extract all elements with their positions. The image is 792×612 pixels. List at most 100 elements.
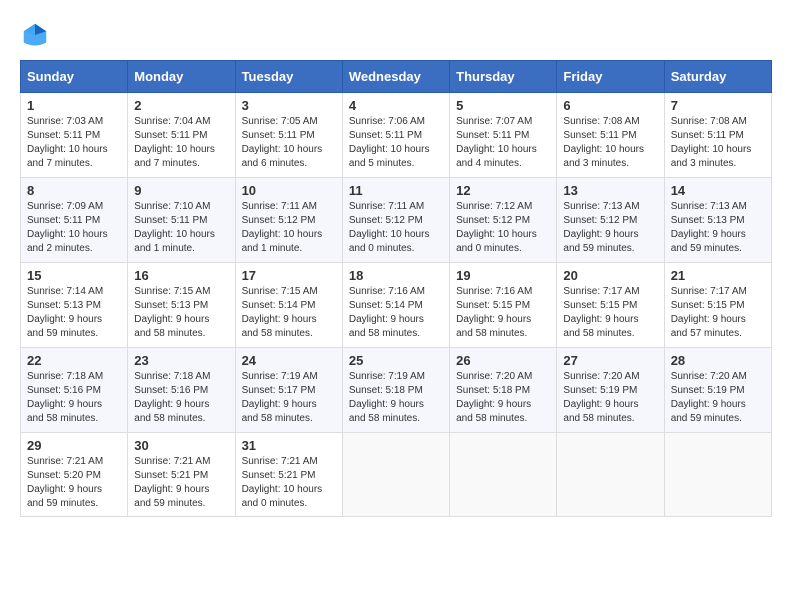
day-number: 12: [456, 183, 550, 198]
sunrise-text: Sunrise: 7:20 AM: [671, 371, 747, 382]
calendar-cell: 8 Sunrise: 7:09 AM Sunset: 5:11 PM Dayli…: [21, 178, 128, 263]
day-number: 15: [27, 268, 121, 283]
daylight-text: Daylight: 9 hours and 58 minutes.: [349, 399, 424, 424]
calendar-cell: 7 Sunrise: 7:08 AM Sunset: 5:11 PM Dayli…: [664, 93, 771, 178]
day-info: Sunrise: 7:19 AM Sunset: 5:18 PM Dayligh…: [349, 370, 443, 426]
day-number: 20: [563, 268, 657, 283]
day-info: Sunrise: 7:17 AM Sunset: 5:15 PM Dayligh…: [671, 285, 765, 341]
sunset-text: Sunset: 5:11 PM: [563, 130, 636, 141]
daylight-text: Daylight: 9 hours and 59 minutes.: [134, 484, 209, 509]
day-info: Sunrise: 7:15 AM Sunset: 5:13 PM Dayligh…: [134, 285, 228, 341]
sunrise-text: Sunrise: 7:18 AM: [134, 371, 210, 382]
calendar-week-3: 15 Sunrise: 7:14 AM Sunset: 5:13 PM Dayl…: [21, 263, 772, 348]
calendar-cell: 22 Sunrise: 7:18 AM Sunset: 5:16 PM Dayl…: [21, 348, 128, 433]
daylight-text: Daylight: 9 hours and 58 minutes.: [563, 314, 638, 339]
sunrise-text: Sunrise: 7:19 AM: [349, 371, 425, 382]
day-info: Sunrise: 7:13 AM Sunset: 5:13 PM Dayligh…: [671, 200, 765, 256]
sunset-text: Sunset: 5:11 PM: [242, 130, 315, 141]
calendar-cell: 30 Sunrise: 7:21 AM Sunset: 5:21 PM Dayl…: [128, 433, 235, 517]
daylight-text: Daylight: 10 hours and 0 minutes.: [456, 229, 537, 254]
sunset-text: Sunset: 5:11 PM: [27, 215, 100, 226]
day-info: Sunrise: 7:16 AM Sunset: 5:14 PM Dayligh…: [349, 285, 443, 341]
daylight-text: Daylight: 9 hours and 58 minutes.: [27, 399, 102, 424]
daylight-text: Daylight: 10 hours and 7 minutes.: [134, 144, 215, 169]
day-number: 1: [27, 98, 121, 113]
sunset-text: Sunset: 5:18 PM: [349, 385, 423, 396]
calendar-cell: [450, 433, 557, 517]
sunrise-text: Sunrise: 7:13 AM: [671, 201, 747, 212]
day-number: 30: [134, 438, 228, 453]
daylight-text: Daylight: 9 hours and 58 minutes.: [134, 314, 209, 339]
sunset-text: Sunset: 5:15 PM: [456, 300, 530, 311]
daylight-text: Daylight: 10 hours and 6 minutes.: [242, 144, 323, 169]
calendar-cell: 12 Sunrise: 7:12 AM Sunset: 5:12 PM Dayl…: [450, 178, 557, 263]
day-number: 2: [134, 98, 228, 113]
day-info: Sunrise: 7:21 AM Sunset: 5:20 PM Dayligh…: [27, 455, 121, 511]
sunset-text: Sunset: 5:11 PM: [671, 130, 744, 141]
day-info: Sunrise: 7:13 AM Sunset: 5:12 PM Dayligh…: [563, 200, 657, 256]
day-number: 4: [349, 98, 443, 113]
sunset-text: Sunset: 5:14 PM: [242, 300, 316, 311]
sunrise-text: Sunrise: 7:21 AM: [27, 456, 103, 467]
sunrise-text: Sunrise: 7:15 AM: [242, 286, 318, 297]
sunrise-text: Sunrise: 7:10 AM: [134, 201, 210, 212]
day-info: Sunrise: 7:18 AM Sunset: 5:16 PM Dayligh…: [134, 370, 228, 426]
daylight-text: Daylight: 9 hours and 59 minutes.: [671, 399, 746, 424]
calendar-table: SundayMondayTuesdayWednesdayThursdayFrid…: [20, 60, 772, 517]
sunrise-text: Sunrise: 7:08 AM: [671, 116, 747, 127]
daylight-text: Daylight: 10 hours and 0 minutes.: [349, 229, 430, 254]
daylight-text: Daylight: 9 hours and 58 minutes.: [456, 314, 531, 339]
calendar-week-4: 22 Sunrise: 7:18 AM Sunset: 5:16 PM Dayl…: [21, 348, 772, 433]
daylight-text: Daylight: 10 hours and 0 minutes.: [242, 484, 323, 509]
sunrise-text: Sunrise: 7:17 AM: [563, 286, 639, 297]
sunrise-text: Sunrise: 7:11 AM: [349, 201, 424, 212]
calendar-cell: 25 Sunrise: 7:19 AM Sunset: 5:18 PM Dayl…: [342, 348, 449, 433]
day-number: 27: [563, 353, 657, 368]
day-number: 24: [242, 353, 336, 368]
sunrise-text: Sunrise: 7:09 AM: [27, 201, 103, 212]
sunrise-text: Sunrise: 7:20 AM: [456, 371, 532, 382]
calendar-week-5: 29 Sunrise: 7:21 AM Sunset: 5:20 PM Dayl…: [21, 433, 772, 517]
daylight-text: Daylight: 9 hours and 59 minutes.: [563, 229, 638, 254]
sunset-text: Sunset: 5:11 PM: [349, 130, 422, 141]
day-info: Sunrise: 7:11 AM Sunset: 5:12 PM Dayligh…: [349, 200, 443, 256]
day-number: 7: [671, 98, 765, 113]
daylight-text: Daylight: 10 hours and 7 minutes.: [27, 144, 108, 169]
daylight-text: Daylight: 9 hours and 58 minutes.: [242, 399, 317, 424]
day-info: Sunrise: 7:12 AM Sunset: 5:12 PM Dayligh…: [456, 200, 550, 256]
calendar-cell: 10 Sunrise: 7:11 AM Sunset: 5:12 PM Dayl…: [235, 178, 342, 263]
day-info: Sunrise: 7:17 AM Sunset: 5:15 PM Dayligh…: [563, 285, 657, 341]
day-info: Sunrise: 7:06 AM Sunset: 5:11 PM Dayligh…: [349, 115, 443, 171]
sunrise-text: Sunrise: 7:21 AM: [242, 456, 318, 467]
day-number: 11: [349, 183, 443, 198]
daylight-text: Daylight: 10 hours and 4 minutes.: [456, 144, 537, 169]
sunset-text: Sunset: 5:21 PM: [134, 470, 208, 481]
sunrise-text: Sunrise: 7:15 AM: [134, 286, 210, 297]
day-number: 16: [134, 268, 228, 283]
day-info: Sunrise: 7:08 AM Sunset: 5:11 PM Dayligh…: [563, 115, 657, 171]
sunset-text: Sunset: 5:12 PM: [456, 215, 530, 226]
day-info: Sunrise: 7:08 AM Sunset: 5:11 PM Dayligh…: [671, 115, 765, 171]
day-info: Sunrise: 7:20 AM Sunset: 5:18 PM Dayligh…: [456, 370, 550, 426]
day-number: 22: [27, 353, 121, 368]
calendar-week-2: 8 Sunrise: 7:09 AM Sunset: 5:11 PM Dayli…: [21, 178, 772, 263]
sunset-text: Sunset: 5:15 PM: [671, 300, 745, 311]
day-number: 9: [134, 183, 228, 198]
day-number: 5: [456, 98, 550, 113]
calendar-cell: 28 Sunrise: 7:20 AM Sunset: 5:19 PM Dayl…: [664, 348, 771, 433]
calendar-cell: 3 Sunrise: 7:05 AM Sunset: 5:11 PM Dayli…: [235, 93, 342, 178]
page-header: [20, 20, 772, 50]
day-number: 17: [242, 268, 336, 283]
daylight-text: Daylight: 9 hours and 58 minutes.: [563, 399, 638, 424]
sunset-text: Sunset: 5:18 PM: [456, 385, 530, 396]
day-info: Sunrise: 7:21 AM Sunset: 5:21 PM Dayligh…: [242, 455, 336, 511]
sunset-text: Sunset: 5:21 PM: [242, 470, 316, 481]
calendar-cell: 19 Sunrise: 7:16 AM Sunset: 5:15 PM Dayl…: [450, 263, 557, 348]
sunset-text: Sunset: 5:11 PM: [456, 130, 529, 141]
calendar-cell: 13 Sunrise: 7:13 AM Sunset: 5:12 PM Dayl…: [557, 178, 664, 263]
calendar-cell: 1 Sunrise: 7:03 AM Sunset: 5:11 PM Dayli…: [21, 93, 128, 178]
calendar-cell: 27 Sunrise: 7:20 AM Sunset: 5:19 PM Dayl…: [557, 348, 664, 433]
day-number: 6: [563, 98, 657, 113]
calendar-cell: 15 Sunrise: 7:14 AM Sunset: 5:13 PM Dayl…: [21, 263, 128, 348]
daylight-text: Daylight: 9 hours and 59 minutes.: [27, 314, 102, 339]
